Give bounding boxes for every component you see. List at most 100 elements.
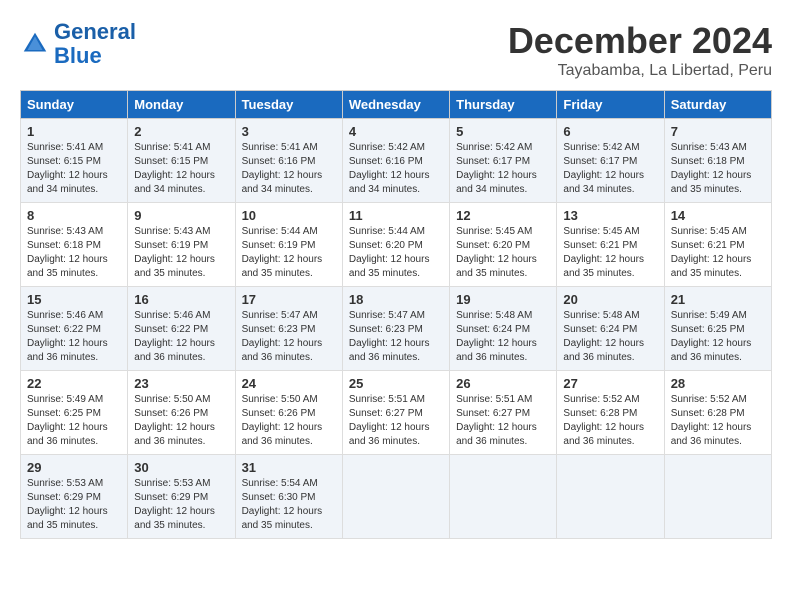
location-title: Tayabamba, La Libertad, Peru — [508, 62, 772, 80]
calendar-day-cell: 16 Sunrise: 5:46 AMSunset: 6:22 PMDaylig… — [128, 287, 235, 371]
calendar-day-cell: 12 Sunrise: 5:45 AMSunset: 6:20 PMDaylig… — [450, 203, 557, 287]
calendar-header-row: Sunday Monday Tuesday Wednesday Thursday… — [21, 91, 772, 119]
day-info: Sunrise: 5:54 AMSunset: 6:30 PMDaylight:… — [242, 477, 336, 533]
calendar-day-cell: 23 Sunrise: 5:50 AMSunset: 6:26 PMDaylig… — [128, 371, 235, 455]
day-number: 25 — [349, 376, 443, 391]
calendar-day-cell: 14 Sunrise: 5:45 AMSunset: 6:21 PMDaylig… — [664, 203, 771, 287]
calendar-table: Sunday Monday Tuesday Wednesday Thursday… — [20, 90, 772, 539]
logo: General Blue — [20, 20, 136, 68]
day-info: Sunrise: 5:44 AMSunset: 6:19 PMDaylight:… — [242, 225, 336, 281]
day-info: Sunrise: 5:42 AMSunset: 6:17 PMDaylight:… — [563, 141, 657, 197]
day-number: 28 — [671, 376, 765, 391]
day-info: Sunrise: 5:52 AMSunset: 6:28 PMDaylight:… — [563, 393, 657, 449]
day-number: 8 — [27, 208, 121, 223]
calendar-day-cell: 8 Sunrise: 5:43 AMSunset: 6:18 PMDayligh… — [21, 203, 128, 287]
day-info: Sunrise: 5:45 AMSunset: 6:20 PMDaylight:… — [456, 225, 550, 281]
day-number: 14 — [671, 208, 765, 223]
day-info: Sunrise: 5:48 AMSunset: 6:24 PMDaylight:… — [563, 309, 657, 365]
day-number: 22 — [27, 376, 121, 391]
day-info: Sunrise: 5:41 AMSunset: 6:15 PMDaylight:… — [27, 141, 121, 197]
logo-icon — [20, 29, 50, 59]
day-number: 19 — [456, 292, 550, 307]
day-info: Sunrise: 5:44 AMSunset: 6:20 PMDaylight:… — [349, 225, 443, 281]
calendar-day-cell: 15 Sunrise: 5:46 AMSunset: 6:22 PMDaylig… — [21, 287, 128, 371]
day-info: Sunrise: 5:41 AMSunset: 6:16 PMDaylight:… — [242, 141, 336, 197]
page-header: General Blue December 2024 Tayabamba, La… — [20, 20, 772, 80]
day-info: Sunrise: 5:43 AMSunset: 6:18 PMDaylight:… — [671, 141, 765, 197]
calendar-body: 1 Sunrise: 5:41 AMSunset: 6:15 PMDayligh… — [21, 119, 772, 539]
day-number: 13 — [563, 208, 657, 223]
day-number: 9 — [134, 208, 228, 223]
day-number: 23 — [134, 376, 228, 391]
calendar-day-cell: 26 Sunrise: 5:51 AMSunset: 6:27 PMDaylig… — [450, 371, 557, 455]
day-info: Sunrise: 5:48 AMSunset: 6:24 PMDaylight:… — [456, 309, 550, 365]
day-number: 1 — [27, 124, 121, 139]
day-info: Sunrise: 5:51 AMSunset: 6:27 PMDaylight:… — [349, 393, 443, 449]
calendar-day-cell: 6 Sunrise: 5:42 AMSunset: 6:17 PMDayligh… — [557, 119, 664, 203]
day-number: 20 — [563, 292, 657, 307]
day-info: Sunrise: 5:43 AMSunset: 6:18 PMDaylight:… — [27, 225, 121, 281]
day-info: Sunrise: 5:53 AMSunset: 6:29 PMDaylight:… — [27, 477, 121, 533]
calendar-day-cell: 17 Sunrise: 5:47 AMSunset: 6:23 PMDaylig… — [235, 287, 342, 371]
logo-text: General Blue — [54, 20, 136, 68]
calendar-week-row: 1 Sunrise: 5:41 AMSunset: 6:15 PMDayligh… — [21, 119, 772, 203]
calendar-day-cell: 24 Sunrise: 5:50 AMSunset: 6:26 PMDaylig… — [235, 371, 342, 455]
day-number: 11 — [349, 208, 443, 223]
day-number: 4 — [349, 124, 443, 139]
day-number: 29 — [27, 460, 121, 475]
title-area: December 2024 Tayabamba, La Libertad, Pe… — [508, 20, 772, 80]
empty-cell — [664, 455, 771, 539]
col-monday: Monday — [128, 91, 235, 119]
day-number: 18 — [349, 292, 443, 307]
day-number: 7 — [671, 124, 765, 139]
day-info: Sunrise: 5:47 AMSunset: 6:23 PMDaylight:… — [242, 309, 336, 365]
calendar-day-cell: 11 Sunrise: 5:44 AMSunset: 6:20 PMDaylig… — [342, 203, 449, 287]
calendar-day-cell: 29 Sunrise: 5:53 AMSunset: 6:29 PMDaylig… — [21, 455, 128, 539]
calendar-day-cell: 22 Sunrise: 5:49 AMSunset: 6:25 PMDaylig… — [21, 371, 128, 455]
empty-cell — [557, 455, 664, 539]
day-number: 10 — [242, 208, 336, 223]
day-number: 26 — [456, 376, 550, 391]
day-info: Sunrise: 5:45 AMSunset: 6:21 PMDaylight:… — [671, 225, 765, 281]
calendar-day-cell: 20 Sunrise: 5:48 AMSunset: 6:24 PMDaylig… — [557, 287, 664, 371]
col-wednesday: Wednesday — [342, 91, 449, 119]
calendar-day-cell: 7 Sunrise: 5:43 AMSunset: 6:18 PMDayligh… — [664, 119, 771, 203]
day-number: 30 — [134, 460, 228, 475]
day-info: Sunrise: 5:45 AMSunset: 6:21 PMDaylight:… — [563, 225, 657, 281]
col-sunday: Sunday — [21, 91, 128, 119]
day-number: 2 — [134, 124, 228, 139]
day-info: Sunrise: 5:42 AMSunset: 6:16 PMDaylight:… — [349, 141, 443, 197]
day-number: 6 — [563, 124, 657, 139]
day-info: Sunrise: 5:50 AMSunset: 6:26 PMDaylight:… — [242, 393, 336, 449]
calendar-week-row: 22 Sunrise: 5:49 AMSunset: 6:25 PMDaylig… — [21, 371, 772, 455]
day-number: 31 — [242, 460, 336, 475]
calendar-day-cell: 28 Sunrise: 5:52 AMSunset: 6:28 PMDaylig… — [664, 371, 771, 455]
day-info: Sunrise: 5:53 AMSunset: 6:29 PMDaylight:… — [134, 477, 228, 533]
calendar-day-cell: 3 Sunrise: 5:41 AMSunset: 6:16 PMDayligh… — [235, 119, 342, 203]
calendar-day-cell: 1 Sunrise: 5:41 AMSunset: 6:15 PMDayligh… — [21, 119, 128, 203]
day-info: Sunrise: 5:52 AMSunset: 6:28 PMDaylight:… — [671, 393, 765, 449]
day-number: 3 — [242, 124, 336, 139]
col-saturday: Saturday — [664, 91, 771, 119]
calendar-day-cell: 25 Sunrise: 5:51 AMSunset: 6:27 PMDaylig… — [342, 371, 449, 455]
calendar-day-cell: 2 Sunrise: 5:41 AMSunset: 6:15 PMDayligh… — [128, 119, 235, 203]
day-info: Sunrise: 5:51 AMSunset: 6:27 PMDaylight:… — [456, 393, 550, 449]
day-info: Sunrise: 5:42 AMSunset: 6:17 PMDaylight:… — [456, 141, 550, 197]
calendar-day-cell: 31 Sunrise: 5:54 AMSunset: 6:30 PMDaylig… — [235, 455, 342, 539]
day-number: 15 — [27, 292, 121, 307]
calendar-day-cell: 21 Sunrise: 5:49 AMSunset: 6:25 PMDaylig… — [664, 287, 771, 371]
calendar-day-cell: 4 Sunrise: 5:42 AMSunset: 6:16 PMDayligh… — [342, 119, 449, 203]
col-tuesday: Tuesday — [235, 91, 342, 119]
day-info: Sunrise: 5:47 AMSunset: 6:23 PMDaylight:… — [349, 309, 443, 365]
calendar-day-cell: 5 Sunrise: 5:42 AMSunset: 6:17 PMDayligh… — [450, 119, 557, 203]
day-number: 12 — [456, 208, 550, 223]
calendar-day-cell: 13 Sunrise: 5:45 AMSunset: 6:21 PMDaylig… — [557, 203, 664, 287]
day-number: 16 — [134, 292, 228, 307]
col-thursday: Thursday — [450, 91, 557, 119]
calendar-week-row: 29 Sunrise: 5:53 AMSunset: 6:29 PMDaylig… — [21, 455, 772, 539]
day-info: Sunrise: 5:41 AMSunset: 6:15 PMDaylight:… — [134, 141, 228, 197]
calendar-day-cell: 19 Sunrise: 5:48 AMSunset: 6:24 PMDaylig… — [450, 287, 557, 371]
empty-cell — [450, 455, 557, 539]
month-title: December 2024 — [508, 20, 772, 62]
day-info: Sunrise: 5:50 AMSunset: 6:26 PMDaylight:… — [134, 393, 228, 449]
